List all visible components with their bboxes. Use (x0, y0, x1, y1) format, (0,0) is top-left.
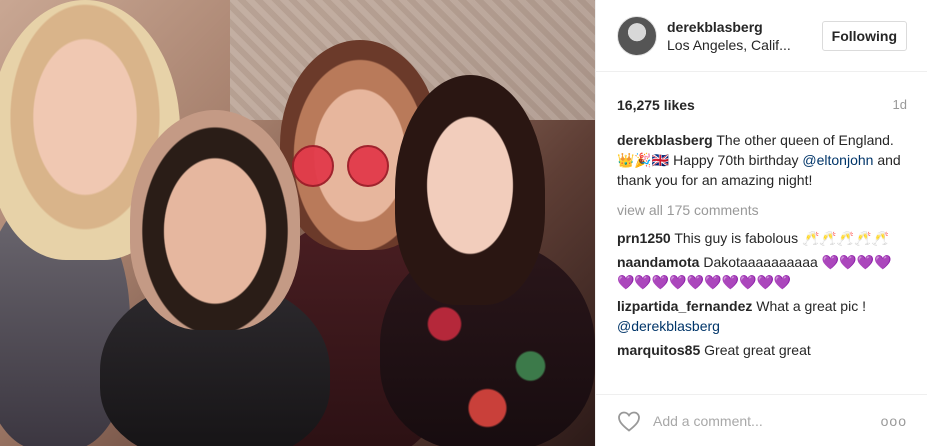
comment-mention[interactable]: @derekblasberg (617, 318, 720, 334)
likes-count[interactable]: 16,275 likes (617, 97, 695, 130)
following-button[interactable]: Following (821, 20, 907, 51)
caption-username[interactable]: derekblasberg (617, 132, 713, 148)
view-all-comments-link[interactable]: view all 175 comments (617, 200, 907, 220)
comment-item: prn1250 This guy is fabolous 🥂🥂🥂🥂🥂 (617, 228, 907, 248)
photo-sunglasses-left (292, 145, 334, 187)
comment-text: This guy is fabolous 🥂🥂🥂🥂🥂 (670, 230, 890, 246)
more-options-icon[interactable]: ooo (881, 413, 907, 429)
comment-bar: Add a comment... ooo (596, 394, 927, 446)
comments-list: derekblasberg The other queen of England… (596, 130, 927, 380)
comment-username[interactable]: marquitos85 (617, 342, 700, 358)
post-sidebar: derekblasberg Los Angeles, Calif... Foll… (595, 0, 927, 446)
post-header: derekblasberg Los Angeles, Calif... Foll… (596, 0, 927, 72)
photo-sunglasses-right (347, 145, 389, 187)
post-author: derekblasberg Los Angeles, Calif... (667, 18, 822, 54)
caption: derekblasberg The other queen of England… (617, 130, 907, 190)
add-comment-input[interactable]: Add a comment... (653, 413, 881, 429)
author-username[interactable]: derekblasberg (667, 18, 822, 36)
comment-username[interactable]: naandamota (617, 254, 699, 270)
post-view: derekblasberg Los Angeles, Calif... Foll… (0, 0, 927, 446)
heart-icon[interactable] (617, 410, 641, 432)
post-time[interactable]: 1d (893, 97, 907, 130)
photo-person-4 (395, 75, 545, 305)
comment-username[interactable]: lizpartida_fernandez (617, 298, 752, 314)
post-meta: 16,275 likes 1d (596, 72, 927, 130)
comment-item: marquitos85 Great great great (617, 340, 907, 360)
post-photo[interactable] (0, 0, 595, 446)
comment-text: Great great great (700, 342, 811, 358)
avatar[interactable] (617, 15, 657, 56)
comment-item: lizpartida_fernandez What a great pic ! … (617, 296, 907, 336)
comment-username[interactable]: prn1250 (617, 230, 671, 246)
comment-text: What a great pic ! (752, 298, 866, 314)
post-location[interactable]: Los Angeles, Calif... (667, 36, 822, 54)
photo-person-2 (130, 110, 300, 330)
comment-item: naandamota Dakotaaaaaaaaaa 💜💜💜💜💜💜💜💜💜💜💜💜💜… (617, 252, 907, 292)
caption-mention[interactable]: @eltonjohn (802, 152, 873, 168)
